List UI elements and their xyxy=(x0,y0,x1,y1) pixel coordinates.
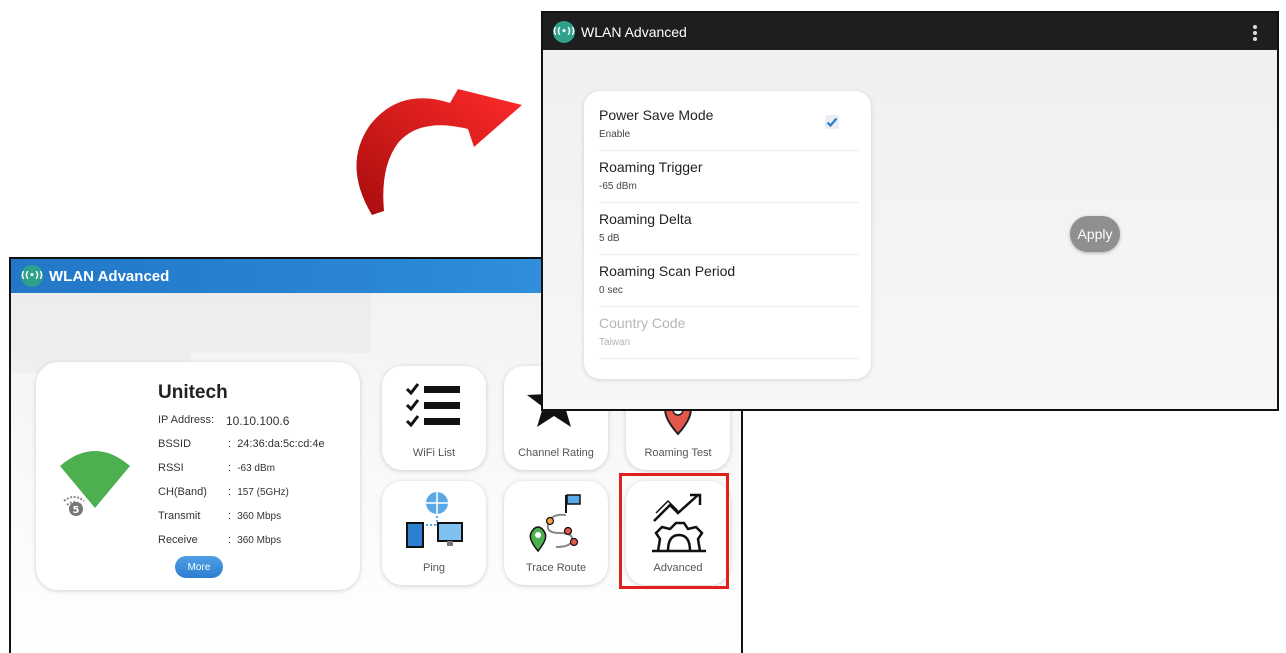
setting-title: Roaming Scan Period xyxy=(599,263,736,279)
info-value: : 157 (5GHz) xyxy=(228,486,289,498)
setting-title: Country Code xyxy=(599,315,686,331)
info-value: : 360 Mbps xyxy=(228,534,282,546)
tile-label: Ping xyxy=(422,562,446,574)
tile-label: Roaming Test xyxy=(644,447,712,459)
info-label: BSSID xyxy=(158,438,192,450)
wlan-logo-icon: ((•)) xyxy=(21,265,43,287)
apply-button[interactable]: Apply xyxy=(1070,216,1120,252)
route-icon xyxy=(529,494,581,553)
background-panel xyxy=(191,293,371,353)
info-value: : 24:36:da:5c:cd:4e xyxy=(228,438,325,450)
network-info-card: 5 Unitech IP Address: 10.10.100.6 BSSID … xyxy=(36,362,360,590)
tile-label: Trace Route xyxy=(525,562,587,574)
info-label: Transmit xyxy=(158,510,201,522)
advanced-screen: ((•)) WLAN Advanced Power Save Mode Enab… xyxy=(541,11,1279,411)
setting-roaming-trigger[interactable]: Roaming Trigger -65 dBm xyxy=(599,151,859,203)
info-value: : 360 Mbps xyxy=(228,510,282,522)
setting-power-save-mode[interactable]: Power Save Mode Enable xyxy=(599,99,859,151)
info-row-ip: IP Address: 10.10.100.6 xyxy=(158,414,289,428)
setting-title: Power Save Mode xyxy=(599,107,714,123)
info-row-channel: CH(Band) : 157 (5GHz) xyxy=(158,486,289,498)
highlight-box-advanced xyxy=(619,473,729,589)
setting-value: Enable xyxy=(599,129,631,140)
app-bar: ((•)) WLAN Advanced xyxy=(543,13,1277,50)
info-row-receive: Receive : 360 Mbps xyxy=(158,534,281,546)
setting-value: -65 dBm xyxy=(599,181,637,192)
info-row-transmit: Transmit : 360 Mbps xyxy=(158,510,281,522)
tile-label: Channel Rating xyxy=(518,447,594,459)
info-row-bssid: BSSID : 24:36:da:5c:cd:4e xyxy=(158,438,325,450)
tile-label: WiFi List xyxy=(412,447,456,459)
checklist-icon xyxy=(405,383,460,428)
band-badge: 5 xyxy=(73,505,80,516)
power-save-checkbox[interactable] xyxy=(825,115,839,129)
setting-value: 0 sec xyxy=(599,285,623,296)
info-value: : -63 dBm xyxy=(228,462,275,474)
setting-roaming-delta[interactable]: Roaming Delta 5 dB xyxy=(599,203,859,255)
setting-roaming-scan-period[interactable]: Roaming Scan Period 0 sec xyxy=(599,255,859,307)
settings-card: Power Save Mode Enable Roaming Trigger -… xyxy=(584,91,871,379)
ssid-name: Unitech xyxy=(158,382,228,403)
check-icon xyxy=(826,117,838,128)
tile-trace-route[interactable]: Trace Route xyxy=(504,481,608,585)
info-value: 10.10.100.6 xyxy=(226,414,290,428)
setting-value: Taiwan xyxy=(599,337,631,348)
app-title: WLAN Advanced xyxy=(581,23,687,40)
tutorial-composite: ((•)) WLAN Advanced 5 Unitech IP Address… xyxy=(0,0,1286,653)
setting-country-code: Country Code Taiwan xyxy=(599,307,859,359)
network-ping-icon xyxy=(406,492,463,548)
overflow-menu-icon[interactable] xyxy=(1253,25,1257,41)
info-label: RSSI xyxy=(158,462,184,474)
wlan-logo-icon: ((•)) xyxy=(553,20,575,43)
setting-title: Roaming Delta xyxy=(599,211,692,227)
info-label: IP Address xyxy=(158,414,211,426)
app-title: WLAN Advanced xyxy=(49,267,170,285)
background-panel xyxy=(11,293,191,373)
info-sep: : xyxy=(211,414,215,426)
band-5ghz-icon: 5 xyxy=(63,496,85,516)
setting-title: Roaming Trigger xyxy=(599,159,703,175)
tile-ping[interactable]: Ping xyxy=(382,481,486,585)
tile-wifi-list[interactable]: WiFi List xyxy=(382,366,486,470)
setting-value: 5 dB xyxy=(599,233,620,244)
curved-arrow-icon xyxy=(356,89,522,215)
info-label: Receive xyxy=(158,534,198,546)
info-label: CH(Band) xyxy=(158,486,207,498)
more-button[interactable]: More xyxy=(175,556,223,578)
info-row-rssi: RSSI : -63 dBm xyxy=(158,462,275,474)
